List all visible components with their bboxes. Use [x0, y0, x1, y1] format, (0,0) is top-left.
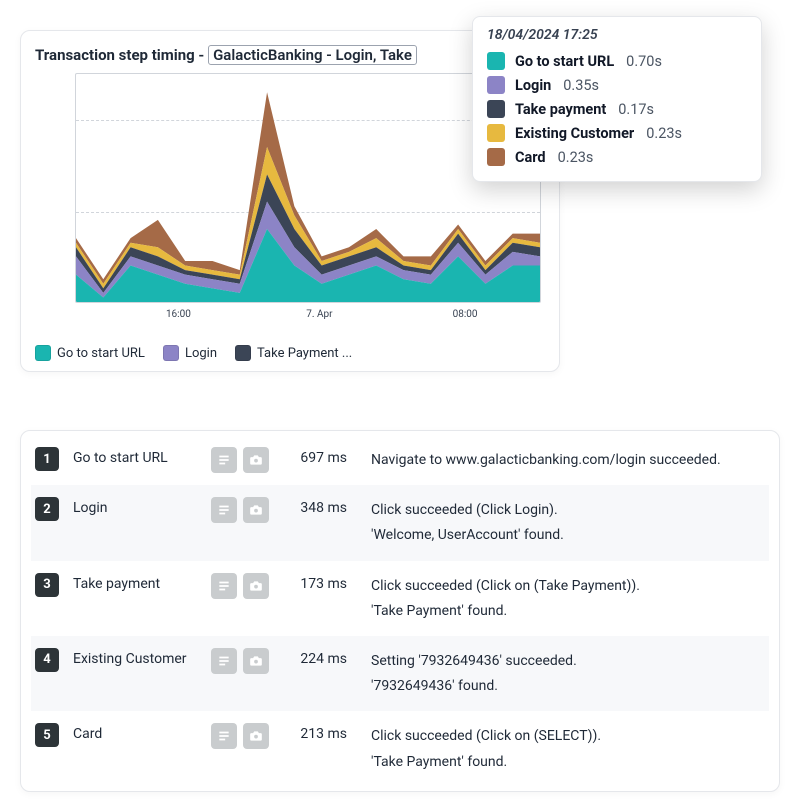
legend-swatch: [163, 345, 179, 361]
tooltip-row: Existing Customer 0.23s: [487, 121, 747, 145]
step-row: 1 Go to start URL 697 ms Navigate to www…: [31, 435, 769, 485]
step-number-badge: 4: [35, 648, 59, 672]
tooltip-value: 0.17s: [618, 101, 654, 118]
log-icon[interactable]: [211, 573, 237, 599]
tooltip-row: Go to start URL 0.70s: [487, 49, 747, 73]
tooltip-swatch: [487, 100, 505, 118]
legend-item[interactable]: Login: [163, 345, 217, 361]
step-actions: [211, 447, 281, 473]
step-number-badge: 5: [35, 723, 59, 747]
log-icon[interactable]: [211, 723, 237, 749]
step-description: Setting '7932649436' succeeded.'79326494…: [371, 648, 765, 699]
tooltip-swatch: [487, 124, 505, 142]
tooltip-label: Go to start URL: [515, 53, 614, 70]
legend-item[interactable]: Go to start URL: [35, 345, 145, 361]
tooltip-value: 0.23s: [558, 149, 594, 166]
step-actions: [211, 648, 281, 674]
step-name: Go to start URL: [73, 447, 211, 466]
chart-title-prefix: Transaction step timing -: [35, 46, 208, 64]
tooltip-swatch: [487, 76, 505, 94]
x-axis: 16:00 7. Apr 08:00: [75, 307, 545, 331]
chart-title-chip[interactable]: GalacticBanking - Login, Take: [208, 45, 417, 65]
tooltip-label: Take payment: [515, 101, 606, 118]
step-description: Click succeeded (Click on (SELECT)).'Tak…: [371, 723, 765, 774]
chart-title: Transaction step timing - GalacticBankin…: [35, 45, 545, 65]
step-actions: [211, 723, 281, 749]
step-name: Login: [73, 497, 211, 516]
tooltip-label: Existing Customer: [515, 125, 634, 142]
tooltip-label: Login: [515, 77, 551, 94]
step-name: Card: [73, 723, 211, 742]
screenshot-icon[interactable]: [243, 447, 269, 473]
log-icon[interactable]: [211, 648, 237, 674]
step-name: Existing Customer: [73, 648, 211, 667]
chart-legend: Go to start URL Login Take Payment ...: [35, 345, 545, 361]
tooltip-row: Login 0.35s: [487, 73, 747, 97]
step-number-badge: 1: [35, 447, 59, 471]
x-tick-label: 7. Apr: [306, 309, 332, 320]
tooltip-value: 0.23s: [646, 125, 682, 142]
step-row: 2 Login 348 ms Click succeeded (Click Lo…: [31, 485, 769, 560]
tooltip-value: 0.35s: [563, 77, 599, 94]
step-row: 4 Existing Customer 224 ms Setting '7932…: [31, 636, 769, 711]
step-row: 5 Card 213 ms Click succeeded (Click on …: [31, 711, 769, 786]
legend-label: Go to start URL: [57, 346, 145, 361]
screenshot-icon[interactable]: [243, 648, 269, 674]
step-actions: [211, 497, 281, 523]
step-duration: 348 ms: [281, 497, 371, 516]
tooltip-swatch: [487, 52, 505, 70]
tooltip-row: Take payment 0.17s: [487, 97, 747, 121]
x-tick-label: 16:00: [166, 309, 191, 320]
step-description: Click succeeded (Click Login).'Welcome, …: [371, 497, 765, 548]
step-row: 3 Take payment 173 ms Click succeeded (C…: [31, 561, 769, 636]
chart-tooltip: 18/04/2024 17:25 Go to start URL 0.70sLo…: [472, 16, 762, 182]
step-duration: 173 ms: [281, 573, 371, 592]
step-number-badge: 2: [35, 497, 59, 521]
x-tick-label: 08:00: [453, 309, 478, 320]
step-duration: 224 ms: [281, 648, 371, 667]
steps-card: 1 Go to start URL 697 ms Navigate to www…: [20, 430, 780, 792]
tooltip-value: 0.70s: [626, 53, 662, 70]
step-duration: 697 ms: [281, 447, 371, 466]
step-name: Take payment: [73, 573, 211, 592]
screenshot-icon[interactable]: [243, 723, 269, 749]
tooltip-timestamp: 18/04/2024 17:25: [487, 27, 747, 43]
legend-label: Login: [185, 346, 217, 361]
tooltip-swatch: [487, 148, 505, 166]
screenshot-icon[interactable]: [243, 573, 269, 599]
tooltip-label: Card: [515, 149, 546, 166]
step-description: Click succeeded (Click on (Take Payment)…: [371, 573, 765, 624]
log-icon[interactable]: [211, 447, 237, 473]
legend-item[interactable]: Take Payment ...: [235, 345, 352, 361]
step-duration: 213 ms: [281, 723, 371, 742]
log-icon[interactable]: [211, 497, 237, 523]
legend-label: Take Payment ...: [257, 346, 352, 361]
tooltip-row: Card 0.23s: [487, 145, 747, 169]
screenshot-icon[interactable]: [243, 497, 269, 523]
legend-swatch: [35, 345, 51, 361]
step-number-badge: 3: [35, 573, 59, 597]
legend-swatch: [235, 345, 251, 361]
step-actions: [211, 573, 281, 599]
step-description: Navigate to www.galacticbanking.com/logi…: [371, 447, 765, 473]
